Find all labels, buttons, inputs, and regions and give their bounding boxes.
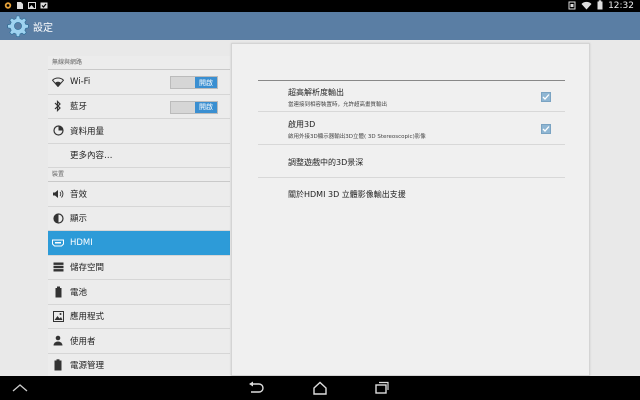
pref-title: 調整遊戲中的3D景深 <box>288 158 364 167</box>
wifi-icon <box>581 1 592 12</box>
sidebar-item-label: 藍牙 <box>70 102 88 113</box>
sidebar-item-more[interactable]: 更多內容… <box>48 144 230 168</box>
sidebar-item-sound[interactable]: 音效 <box>48 182 230 207</box>
sidebar-item-wifi[interactable]: Wi-Fi 開啟 <box>48 70 230 95</box>
bluetooth-icon <box>52 100 64 113</box>
notification-icon <box>568 1 576 12</box>
home-icon[interactable] <box>310 380 330 396</box>
section-header-wireless: 無線與網路 <box>48 56 230 70</box>
pref-about-hdmi-3d[interactable]: 關於HDMI 3D 立體影像輸出支援 <box>258 179 565 211</box>
hide-keyboard-icon[interactable] <box>10 380 30 396</box>
sidebar-item-label: 應用程式 <box>70 312 105 323</box>
sidebar-item-storage[interactable]: 儲存空間 <box>48 256 230 280</box>
sidebar-item-label: Wi-Fi <box>70 76 91 87</box>
sd-card-icon <box>16 1 24 10</box>
back-icon[interactable] <box>246 380 266 396</box>
pref-summary: 啟用外接3D顯示器輸出3D立體( 3D Stereoscopic)影像 <box>288 134 426 140</box>
sync-icon <box>4 1 12 10</box>
battery-icon <box>597 0 603 12</box>
checkbox-icon <box>40 1 48 10</box>
sidebar-item-label: 更多內容… <box>70 151 113 162</box>
data-usage-icon <box>52 125 64 137</box>
bluetooth-toggle[interactable]: 開啟 <box>170 100 218 114</box>
image-icon <box>28 1 36 10</box>
sidebar-item-label: 音效 <box>70 189 88 200</box>
power-icon <box>52 359 64 371</box>
sidebar-item-label: 電池 <box>70 287 88 298</box>
wifi-icon <box>52 76 64 88</box>
apps-icon <box>52 310 64 322</box>
settings-gear-icon[interactable] <box>7 15 29 37</box>
sidebar-item-label: 使用者 <box>70 336 96 347</box>
recent-apps-icon[interactable] <box>372 380 392 396</box>
divider <box>258 80 565 81</box>
enable-3d-checkbox[interactable] <box>541 124 551 134</box>
sidebar-item-label: 資料用量 <box>70 126 105 137</box>
sidebar-item-label: 儲存空間 <box>70 263 105 274</box>
sidebar-item-display[interactable]: 顯示 <box>48 207 230 231</box>
sidebar-item-users[interactable]: 使用者 <box>48 329 230 354</box>
pref-ultra-hd-output[interactable]: 超高解析度輸出 當連接到相容裝置時，允許超高畫質輸出 <box>258 82 565 112</box>
hdmi-detail-panel: 超高解析度輸出 當連接到相容裝置時，允許超高畫質輸出 啟用3D 啟用外接3D顯示… <box>231 43 590 376</box>
status-clock: 12:32 <box>608 1 634 11</box>
pref-title: 關於HDMI 3D 立體影像輸出支援 <box>288 190 406 199</box>
volume-icon <box>52 188 64 200</box>
ultra-hd-checkbox[interactable] <box>541 92 551 102</box>
toggle-on-label: 開啟 <box>195 77 217 88</box>
battery-icon <box>52 286 64 298</box>
pref-adjust-3d-depth[interactable]: 調整遊戲中的3D景深 <box>258 146 565 178</box>
sidebar-item-power[interactable]: 電源管理 <box>48 354 230 377</box>
sidebar-item-apps[interactable]: 應用程式 <box>48 305 230 329</box>
status-bar: 12:32 <box>0 0 640 12</box>
action-bar: 設定 <box>0 12 640 40</box>
sidebar-item-bluetooth[interactable]: 藍牙 開啟 <box>48 95 230 119</box>
pref-enable-3d[interactable]: 啟用3D 啟用外接3D顯示器輸出3D立體( 3D Stereoscopic)影像 <box>258 113 565 145</box>
pref-summary: 當連接到相容裝置時，允許超高畫質輸出 <box>288 102 388 108</box>
hdmi-icon <box>52 237 64 249</box>
storage-icon <box>52 261 64 273</box>
user-icon <box>52 335 64 347</box>
settings-sidebar: 無線與網路 Wi-Fi 開啟 藍牙 開啟 資料用量 更多內容… 裝置 音效 顯示… <box>48 56 230 376</box>
sidebar-item-label: HDMI <box>70 237 93 248</box>
pref-title: 超高解析度輸出 <box>288 88 344 97</box>
wifi-toggle[interactable]: 開啟 <box>170 76 218 89</box>
toggle-on-label: 開啟 <box>195 101 217 113</box>
page-title: 設定 <box>33 22 53 34</box>
display-icon <box>52 212 64 224</box>
sidebar-item-hdmi[interactable]: HDMI <box>48 231 230 256</box>
section-header-device: 裝置 <box>48 168 230 182</box>
navigation-bar <box>0 376 640 400</box>
pref-title: 啟用3D <box>288 120 316 129</box>
sidebar-item-battery[interactable]: 電池 <box>48 280 230 305</box>
sidebar-item-label: 電源管理 <box>70 361 105 372</box>
sidebar-item-data-usage[interactable]: 資料用量 <box>48 119 230 144</box>
sidebar-item-label: 顯示 <box>70 214 88 225</box>
